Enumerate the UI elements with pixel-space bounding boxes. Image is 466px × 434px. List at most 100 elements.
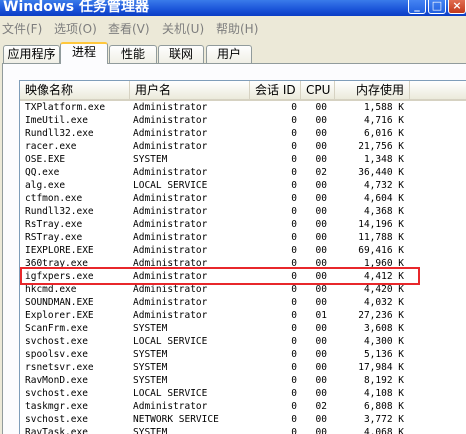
- process-cpu: 01: [315, 310, 327, 321]
- process-row[interactable]: RsTray.exe Administrator 0 00 14,196 K: [20, 218, 466, 231]
- column-header-image-name[interactable]: 映像名称: [20, 81, 130, 99]
- minimize-button[interactable]: _: [408, 0, 426, 14]
- process-user: Administrator: [133, 401, 208, 412]
- process-cpu: 00: [315, 336, 327, 347]
- process-row[interactable]: hkcmd.exe Administrator 0 00 4,420 K: [20, 283, 466, 296]
- process-row[interactable]: svchost.exe LOCAL SERVICE 0 00 4,300 K: [20, 335, 466, 348]
- process-row[interactable]: ImeUtil.exe Administrator 0 00 4,716 K: [20, 114, 466, 127]
- process-row[interactable]: RSTray.exe Administrator 0 00 11,788 K: [20, 231, 466, 244]
- process-row[interactable]: ctfmon.exe Administrator 0 00 4,604 K: [20, 192, 466, 205]
- process-rows: TXPlatform.exe Administrator 0 00 1,588 K Ime…: [20, 101, 466, 434]
- maximize-button[interactable]: □: [428, 0, 446, 14]
- process-row[interactable]: RavTask.exe SYSTEM 0 00 4,068 K: [20, 426, 466, 434]
- process-name: RavMonD.exe: [25, 375, 88, 386]
- menu-view[interactable]: 查看(V): [108, 20, 150, 37]
- process-memory: 4,068 K: [363, 427, 404, 434]
- process-session-id: 0: [291, 414, 297, 425]
- process-session-id: 0: [291, 102, 297, 113]
- column-header-user-name[interactable]: 用户名: [130, 81, 250, 99]
- process-user: Administrator: [133, 102, 208, 113]
- tab-users[interactable]: 用户: [206, 45, 252, 63]
- process-user: LOCAL SERVICE: [133, 336, 208, 347]
- tab-applications[interactable]: 应用程序: [3, 45, 60, 63]
- process-cpu: 00: [315, 193, 327, 204]
- process-session-id: 0: [291, 115, 297, 126]
- process-row[interactable]: ScanFrm.exe SYSTEM 0 00 3,608 K: [20, 322, 466, 335]
- process-name: RsTray.exe: [25, 219, 83, 230]
- process-memory: 14,196 K: [358, 219, 404, 230]
- process-row[interactable]: taskmgr.exe Administrator 0 02 6,808 K: [20, 400, 466, 413]
- process-user: Administrator: [133, 284, 208, 295]
- process-row[interactable]: racer.exe Administrator 0 00 21,756 K: [20, 140, 466, 153]
- process-user: NETWORK SERVICE: [133, 414, 219, 425]
- process-cpu: 00: [315, 154, 327, 165]
- process-cpu: 00: [315, 375, 327, 386]
- process-session-id: 0: [291, 245, 297, 256]
- tab-processes[interactable]: 进程: [60, 42, 108, 64]
- process-user: Administrator: [133, 206, 208, 217]
- process-memory: 1,348 K: [363, 154, 404, 165]
- process-cpu: 00: [315, 115, 327, 126]
- process-row[interactable]: Explorer.EXE Administrator 0 01 27,236 K: [20, 309, 466, 322]
- process-memory: 5,136 K: [363, 349, 404, 360]
- process-session-id: 0: [291, 401, 297, 412]
- process-memory: 4,732 K: [363, 180, 404, 191]
- process-session-id: 0: [291, 206, 297, 217]
- process-session-id: 0: [291, 193, 297, 204]
- process-name: svchost.exe: [25, 414, 88, 425]
- process-row[interactable]: svchost.exe LOCAL SERVICE 0 00 4,108 K: [20, 387, 466, 400]
- process-row[interactable]: spoolsv.exe SYSTEM 0 00 5,136 K: [20, 348, 466, 361]
- menu-file[interactable]: 文件(F): [2, 20, 42, 37]
- process-name: TXPlatform.exe: [25, 102, 106, 113]
- process-memory: 36,440 K: [358, 167, 404, 178]
- process-cpu: 00: [315, 102, 327, 113]
- process-row[interactable]: SOUNDMAN.EXE Administrator 0 00 4,032 K: [20, 296, 466, 309]
- tab-networking[interactable]: 联网: [158, 45, 204, 63]
- process-session-id: 0: [291, 427, 297, 434]
- process-row[interactable]: Rundll32.exe Administrator 0 00 6,016 K: [20, 127, 466, 140]
- process-row[interactable]: igfxpers.exe Administrator 0 00 4,412 K: [20, 270, 466, 283]
- process-name: alg.exe: [25, 180, 66, 191]
- process-user: Administrator: [133, 167, 208, 178]
- process-cpu: 00: [315, 284, 327, 295]
- process-row[interactable]: alg.exe LOCAL SERVICE 0 00 4,732 K: [20, 179, 466, 192]
- process-session-id: 0: [291, 362, 297, 373]
- process-memory: 3,608 K: [363, 323, 404, 334]
- column-header-session-id[interactable]: 会话 ID: [250, 81, 301, 99]
- process-row[interactable]: QQ.exe Administrator 0 02 36,440 K: [20, 166, 466, 179]
- title-bar[interactable]: Windows 任务管理器 _ □ ×: [0, 0, 466, 16]
- process-row[interactable]: svchost.exe NETWORK SERVICE 0 00 3,772 K: [20, 413, 466, 426]
- process-user: Administrator: [133, 128, 208, 139]
- menu-help[interactable]: 帮助(H): [216, 20, 258, 37]
- process-list[interactable]: 映像名称 用户名 会话 ID CPU 内存使用 TXPlatform.exe Ad…: [19, 80, 466, 434]
- process-memory: 6,016 K: [363, 128, 404, 139]
- column-header-cpu[interactable]: CPU: [301, 81, 335, 99]
- tab-strip: 应用程序 进程 性能 联网 用户: [0, 40, 466, 64]
- column-header-memory-usage[interactable]: 内存使用: [335, 81, 410, 99]
- close-button[interactable]: ×: [448, 0, 466, 14]
- process-cpu: 00: [315, 219, 327, 230]
- process-row[interactable]: RavMonD.exe SYSTEM 0 00 8,192 K: [20, 374, 466, 387]
- process-name: taskmgr.exe: [25, 401, 88, 412]
- process-session-id: 0: [291, 167, 297, 178]
- process-cpu: 00: [315, 297, 327, 308]
- process-row[interactable]: rsnetsvr.exe SYSTEM 0 00 17,984 K: [20, 361, 466, 374]
- process-cpu: 00: [315, 206, 327, 217]
- process-session-id: 0: [291, 232, 297, 243]
- process-row[interactable]: 360tray.exe Administrator 0 00 1,960 K: [20, 257, 466, 270]
- process-memory: 1,588 K: [363, 102, 404, 113]
- process-row[interactable]: IEXPLORE.EXE Administrator 0 00 69,416 K: [20, 244, 466, 257]
- process-row[interactable]: Rundll32.exe Administrator 0 00 4,368 K: [20, 205, 466, 218]
- menu-shutdown[interactable]: 关机(U): [162, 20, 204, 37]
- process-row[interactable]: TXPlatform.exe Administrator 0 00 1,588 K: [20, 101, 466, 114]
- process-name: igfxpers.exe: [25, 271, 94, 282]
- tab-performance[interactable]: 性能: [109, 45, 157, 63]
- process-cpu: 00: [315, 258, 327, 269]
- process-name: RSTray.exe: [25, 232, 83, 243]
- process-name: QQ.exe: [25, 167, 60, 178]
- process-user: SYSTEM: [133, 375, 168, 386]
- menu-options[interactable]: 选项(O): [54, 20, 97, 37]
- process-row[interactable]: OSE.EXE SYSTEM 0 00 1,348 K: [20, 153, 466, 166]
- process-cpu: 00: [315, 271, 327, 282]
- process-session-id: 0: [291, 271, 297, 282]
